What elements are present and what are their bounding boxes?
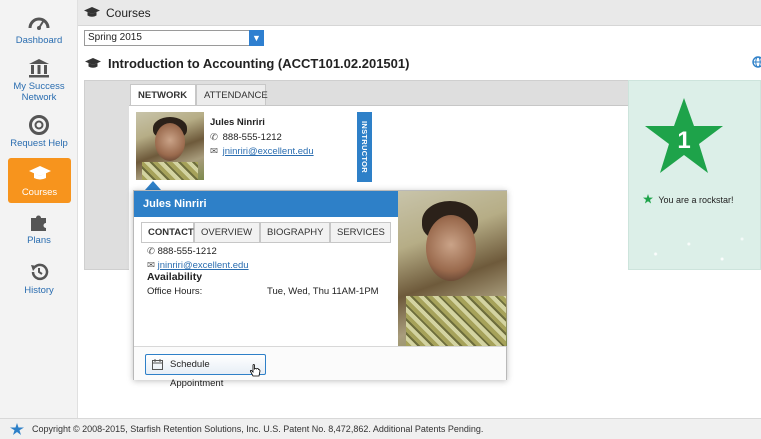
- star-icon: [643, 194, 653, 204]
- sidebar-item-label: Request Help: [10, 138, 68, 149]
- popup-email: ✉ jninriri@excellent.edu: [147, 260, 249, 271]
- graduation-cap-icon: [85, 58, 101, 68]
- globe-icon[interactable]: [752, 56, 761, 68]
- dashboard-icon: [28, 17, 50, 30]
- sidebar-item-label: Dashboard: [15, 35, 63, 46]
- sidebar-item-label: Courses: [21, 187, 58, 198]
- history-icon: [31, 263, 49, 281]
- tab-services[interactable]: SERVICES: [330, 222, 391, 243]
- instructor-email-link[interactable]: jninriri@excellent.edu: [223, 146, 314, 157]
- page-title: Courses: [106, 6, 151, 20]
- badge-number: 1: [677, 127, 690, 154]
- chevron-down-icon[interactable]: ▼: [249, 30, 264, 46]
- sidebar: Dashboard My Success Network Request Hel…: [0, 0, 78, 418]
- sparkles-decoration: [629, 219, 760, 269]
- starfish-logo-icon: [10, 423, 24, 435]
- popup-tab-divider: [141, 242, 391, 243]
- instructor-phone-text: 888-555-1212: [222, 132, 282, 143]
- rockstar-message: You are a rockstar!: [643, 194, 734, 205]
- puzzle-icon: [31, 215, 46, 231]
- instructor-photo[interactable]: [136, 112, 204, 180]
- sidebar-item-my-success-network[interactable]: My Success Network: [0, 58, 78, 103]
- sidebar-item-plans[interactable]: Plans: [0, 212, 78, 246]
- sidebar-item-request-help[interactable]: Request Help: [0, 115, 78, 149]
- page-footer: Copyright © 2008-2015, Starfish Retentio…: [0, 418, 761, 439]
- course-heading: Introduction to Accounting (ACCT101.02.2…: [84, 54, 761, 74]
- tab-network[interactable]: NETWORK: [130, 84, 196, 106]
- rockstar-widget: 1 You are a rockstar!: [628, 80, 761, 270]
- sidebar-item-label: My Success Network: [13, 81, 65, 103]
- course-title: Introduction to Accounting (ACCT101.02.2…: [108, 56, 410, 71]
- instructor-role-tag: INSTRUCTOR: [357, 112, 372, 182]
- tab-attendance[interactable]: ATTENDANCE: [196, 84, 268, 106]
- popup-phone-text: 888-555-1212: [157, 246, 217, 257]
- star-badge-icon: 1: [645, 98, 723, 173]
- instructor-name[interactable]: Jules Ninriri: [210, 117, 265, 128]
- envelope-icon: ✉: [210, 146, 218, 157]
- popup-photo: [398, 191, 507, 346]
- hand-cursor-icon: [249, 364, 261, 377]
- graduation-cap-icon: [84, 7, 100, 17]
- term-select[interactable]: Spring 2015 ▼: [84, 30, 264, 46]
- envelope-icon: ✉: [147, 260, 155, 271]
- popup-email-link[interactable]: jninriri@excellent.edu: [158, 260, 249, 271]
- top-bar: Courses: [78, 0, 761, 26]
- phone-icon: ✆: [147, 246, 155, 257]
- phone-icon: ✆: [210, 132, 218, 143]
- tab-overview[interactable]: OVERVIEW: [194, 222, 260, 243]
- schedule-appointment-button[interactable]: Schedule Appointment: [145, 354, 266, 389]
- sidebar-item-history[interactable]: History: [0, 262, 78, 296]
- popup-phone: ✆ 888-555-1212: [147, 246, 217, 257]
- popup-name: Jules Ninriri: [134, 191, 398, 217]
- tab-biography[interactable]: BIOGRAPHY: [260, 222, 330, 243]
- sidebar-item-dashboard[interactable]: Dashboard: [0, 12, 78, 46]
- sidebar-item-courses[interactable]: Courses: [8, 158, 71, 203]
- lifebuoy-icon: [29, 115, 49, 135]
- sidebar-item-label: Plans: [27, 235, 51, 246]
- popup-pointer: [145, 181, 161, 190]
- availability-heading: Availability: [147, 271, 203, 283]
- contact-popup: Jules Ninriri CONTACT OVERVIEW BIOGRAPHY…: [133, 190, 507, 389]
- instructor-phone: ✆ 888-555-1212: [210, 132, 282, 143]
- office-hours-value: Tue, Wed, Thu 11AM-1PM: [267, 286, 379, 297]
- term-select-value: Spring 2015: [88, 32, 142, 43]
- calendar-icon: [152, 359, 163, 370]
- rockstar-text: You are a rockstar!: [658, 195, 734, 205]
- instructor-email: ✉ jninriri@excellent.edu: [210, 146, 314, 157]
- tab-contact[interactable]: CONTACT: [141, 222, 194, 243]
- popup-footer: Schedule Appointment: [134, 346, 506, 389]
- office-hours-label: Office Hours:: [147, 286, 203, 297]
- copyright-text: Copyright © 2008-2015, Starfish Retentio…: [32, 424, 484, 434]
- graduation-cap-icon: [28, 166, 51, 180]
- sidebar-item-label: History: [24, 285, 54, 296]
- schedule-appointment-label: Schedule Appointment: [170, 359, 224, 389]
- building-icon: [29, 59, 49, 78]
